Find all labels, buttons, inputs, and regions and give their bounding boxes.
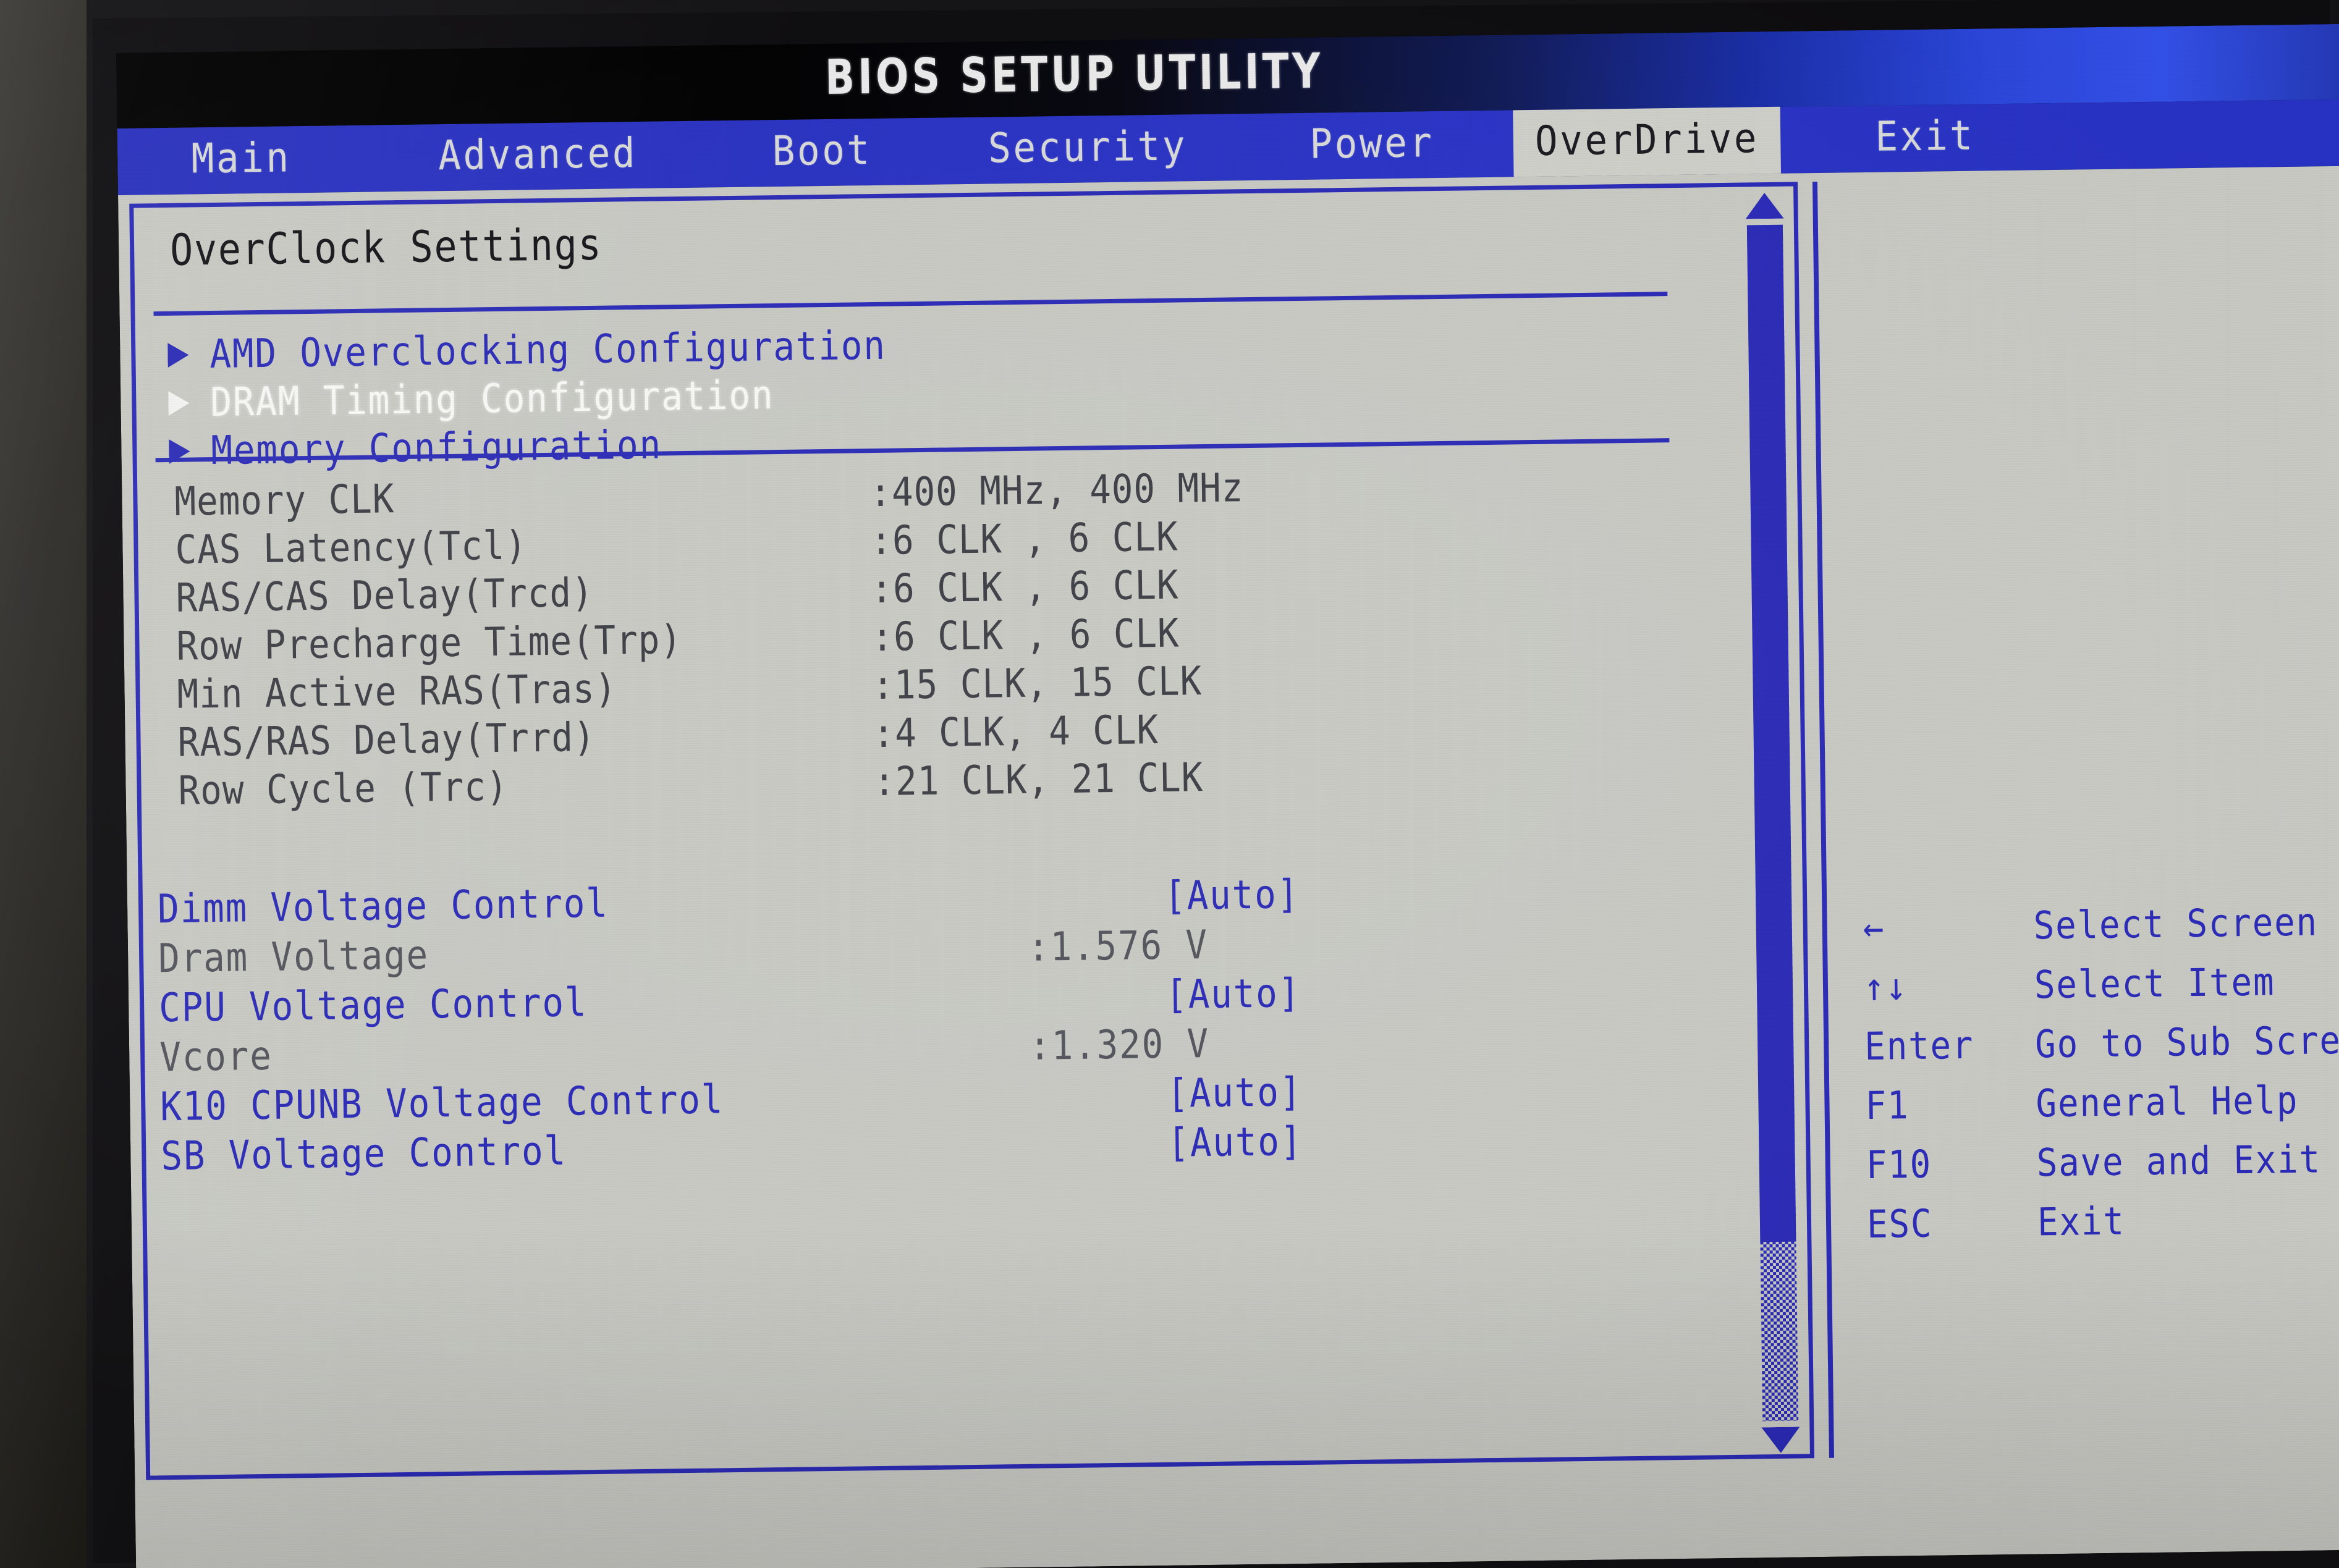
voltage-label: Dram Voltage <box>158 932 429 982</box>
bios-screen: BIOS SETUP UTILITY Main Advanced Boot Secur… <box>116 23 2339 1568</box>
voltage-option-value[interactable]: [Auto] <box>1012 971 1301 1020</box>
scrollbar-track[interactable] <box>1746 224 1799 1422</box>
scroll-down-arrow-icon[interactable] <box>1761 1427 1800 1454</box>
submenu-item-label: Memory Configuration <box>210 422 662 474</box>
timing-value: :6 CLK , 6 CLK <box>869 514 1178 565</box>
scrollbar-thumb[interactable] <box>1746 224 1796 1242</box>
key-legend-key: F10 <box>1866 1141 1932 1187</box>
key-legend-list: ← Select Screen ↑↓ Select Item Enter Go to Su… <box>1863 891 2339 1254</box>
timing-value: :15 CLK, 15 CLK <box>872 659 1203 709</box>
timing-label: RAS/RAS Delay(Trrd) <box>177 714 596 766</box>
key-legend-key: ↑↓ <box>1863 963 1908 1010</box>
voltage-settings-list: Dimm Voltage Control [Auto] Dram Voltage :1… <box>158 864 1743 1181</box>
timing-value: :6 CLK , 6 CLK <box>871 610 1180 661</box>
key-legend-row: ← Select Screen <box>1863 891 2339 957</box>
key-legend-key: ← <box>1863 904 1885 950</box>
key-legend-key: Enter <box>1864 1022 1974 1069</box>
menu-tab-boot[interactable]: Boot <box>719 118 925 187</box>
key-legend-row: Enter Go to Sub Screen <box>1864 1010 2339 1076</box>
voltage-readout-value: :1.576 V <box>1027 922 1209 971</box>
triangle-right-icon <box>168 391 190 416</box>
timing-label: Memory CLK <box>174 476 395 525</box>
timing-value: :400 MHz, 400 MHz <box>869 465 1244 516</box>
key-legend-description: Select Screen <box>2033 898 2319 948</box>
key-legend-key: ESC <box>1866 1200 1933 1247</box>
scroll-up-arrow-icon[interactable] <box>1745 193 1784 219</box>
triangle-right-icon <box>167 343 189 368</box>
voltage-option-value[interactable]: [Auto] <box>1013 1069 1303 1119</box>
voltage-option-value[interactable]: [Auto] <box>1013 1119 1303 1168</box>
setup-body: OverClock Settings AMD Overclocking Conf… <box>118 166 2339 1568</box>
submenu-item-label: AMD Overclocking Configuration <box>209 322 887 378</box>
voltage-label: K10 CPUNB Voltage Control <box>159 1077 724 1131</box>
content-panel: OverClock Settings AMD Overclocking Conf… <box>129 182 1815 1480</box>
key-legend-description: Go to Sub Screen <box>2034 1016 2339 1066</box>
content-scrollbar[interactable] <box>1741 193 1804 1454</box>
voltage-label: Dimm Voltage Control <box>157 880 609 933</box>
memory-timing-list: Memory CLK :400 MHz, 400 MHz CAS Latency(T… <box>174 458 1711 815</box>
timing-label: Row Precharge Time(Trp) <box>176 617 683 670</box>
timing-label: Min Active RAS(Tras) <box>177 666 617 718</box>
timing-value: :21 CLK, 21 CLK <box>873 755 1204 806</box>
voltage-label: CPU Voltage Control <box>158 980 588 1032</box>
menu-tab-main[interactable]: Main <box>127 125 355 195</box>
key-legend-key: F1 <box>1865 1082 1910 1128</box>
menu-tab-overdrive[interactable]: OverDrive <box>1513 106 1781 177</box>
voltage-label: SB Voltage Control <box>160 1128 567 1180</box>
key-legend-description: Exit <box>2037 1198 2126 1244</box>
divider-top <box>153 292 1668 316</box>
menu-tab-security[interactable]: Security <box>945 114 1230 184</box>
menu-tab-advanced[interactable]: Advanced <box>378 121 698 192</box>
timing-value: :4 CLK, 4 CLK <box>873 707 1159 757</box>
menu-tab-exit[interactable]: Exit <box>1803 103 2048 173</box>
key-legend-description: Select Item <box>2034 958 2275 1007</box>
key-legend-row: F10 Save and Exit <box>1866 1128 2339 1194</box>
submenu-item-label: DRAM Timing Configuration <box>209 373 774 426</box>
timing-value: :6 CLK , 6 CLK <box>870 562 1180 613</box>
key-legend-description: Save and Exit <box>2036 1136 2322 1185</box>
photographed-monitor: BIOS SETUP UTILITY Main Advanced Boot Secur… <box>0 0 2339 1568</box>
key-legend-row: F1 General Help <box>1865 1069 2339 1135</box>
timing-label: CAS Latency(Tcl) <box>175 523 528 573</box>
voltage-option-value[interactable]: [Auto] <box>1010 872 1300 921</box>
timing-label: RAS/CAS Delay(Trcd) <box>176 570 594 622</box>
key-legend-description: General Help <box>2036 1077 2299 1126</box>
page-title: OverClock Settings <box>169 219 603 276</box>
menu-tab-power[interactable]: Power <box>1252 111 1492 180</box>
voltage-label: Vcore <box>159 1033 273 1081</box>
voltage-readout-value: :1.320 V <box>1028 1021 1210 1069</box>
app-title: BIOS SETUP UTILITY <box>824 43 1324 106</box>
help-panel: ← Select Screen ↑↓ Select Item Enter Go to Su… <box>1812 174 2339 1458</box>
key-legend-row: ESC Exit <box>1866 1187 2339 1254</box>
timing-label: Row Cycle (Trc) <box>178 764 509 814</box>
key-legend-row: ↑↓ Select Item <box>1863 950 2339 1016</box>
